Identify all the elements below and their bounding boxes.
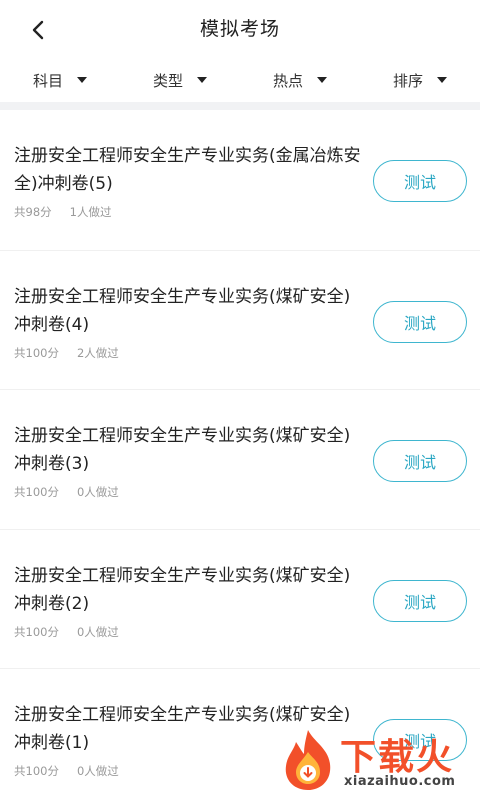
- exam-meta: 共100分 0人做过: [14, 624, 119, 640]
- section-divider: [0, 102, 480, 110]
- filter-subject[interactable]: 科目: [0, 58, 120, 102]
- exam-list: 注册安全工程师安全生产专业实务(金属冶炼安全)冲刺卷(5) 共98分 1人做过 …: [0, 110, 480, 800]
- filter-hot[interactable]: 热点: [240, 58, 360, 102]
- filter-label: 科目: [32, 71, 63, 90]
- filter-type[interactable]: 类型: [120, 58, 240, 102]
- test-button[interactable]: 测试: [373, 300, 467, 343]
- exam-people: 1人做过: [69, 205, 112, 219]
- exam-people: 0人做过: [76, 764, 119, 778]
- exam-meta: 共98分 1人做过: [14, 204, 111, 220]
- caret-down-icon: [197, 77, 207, 83]
- filter-label: 类型: [152, 71, 183, 90]
- list-item[interactable]: 注册安全工程师安全生产专业实务(金属冶炼安全)冲刺卷(5) 共98分 1人做过 …: [0, 110, 480, 250]
- exam-score: 共100分: [14, 764, 59, 778]
- caret-down-icon: [437, 77, 447, 83]
- page-title: 模拟考场: [199, 18, 280, 40]
- exam-title: 注册安全工程师安全生产专业实务(煤矿安全)冲刺卷(4): [14, 286, 351, 335]
- list-item[interactable]: 注册安全工程师安全生产专业实务(煤矿安全)冲刺卷(3) 共100分 0人做过 测…: [0, 389, 480, 529]
- exam-meta: 共100分 0人做过: [14, 763, 119, 779]
- exam-meta: 共100分 0人做过: [14, 484, 119, 500]
- exam-title: 注册安全工程师安全生产专业实务(煤矿安全)冲刺卷(2): [14, 565, 351, 614]
- exam-score: 共100分: [14, 624, 59, 639]
- exam-people: 0人做过: [76, 485, 119, 499]
- list-item[interactable]: 注册安全工程师安全生产专业实务(煤矿安全)冲刺卷(4) 共100分 2人做过 测…: [0, 249, 480, 389]
- watermark-subtext: xiazaihuo.com: [344, 774, 456, 789]
- list-item[interactable]: 注册安全工程师安全生产专业实务(煤矿安全)冲刺卷(2) 共100分 0人做过 测…: [0, 528, 480, 668]
- test-button[interactable]: 测试: [373, 440, 467, 482]
- watermark-logo: 下载火 xiazaihuo.com: [278, 728, 474, 794]
- filter-label: 排序: [392, 71, 423, 90]
- exam-score: 共98分: [14, 205, 52, 219]
- exam-people: 2人做过: [76, 345, 119, 360]
- exam-title: 注册安全工程师安全生产专业实务(金属冶炼安全)冲刺卷(5): [14, 146, 361, 194]
- test-button[interactable]: 测试: [373, 160, 467, 202]
- filter-label: 热点: [272, 71, 303, 90]
- exam-score: 共100分: [14, 485, 59, 499]
- caret-down-icon: [77, 77, 87, 83]
- flame-logo-icon: [285, 730, 331, 790]
- filter-sort[interactable]: 排序: [360, 58, 480, 102]
- top-bar: 模拟考场: [0, 0, 480, 58]
- exam-title: 注册安全工程师安全生产专业实务(煤矿安全)冲刺卷(3): [14, 426, 351, 474]
- exam-people: 0人做过: [76, 624, 119, 639]
- test-button[interactable]: 测试: [373, 579, 467, 622]
- exam-meta: 共100分 2人做过: [14, 345, 119, 361]
- exam-score: 共100分: [14, 345, 59, 360]
- caret-down-icon: [317, 77, 327, 83]
- filter-bar: 科目 类型 热点 排序: [0, 58, 480, 102]
- watermark-text: 下载火: [340, 737, 455, 778]
